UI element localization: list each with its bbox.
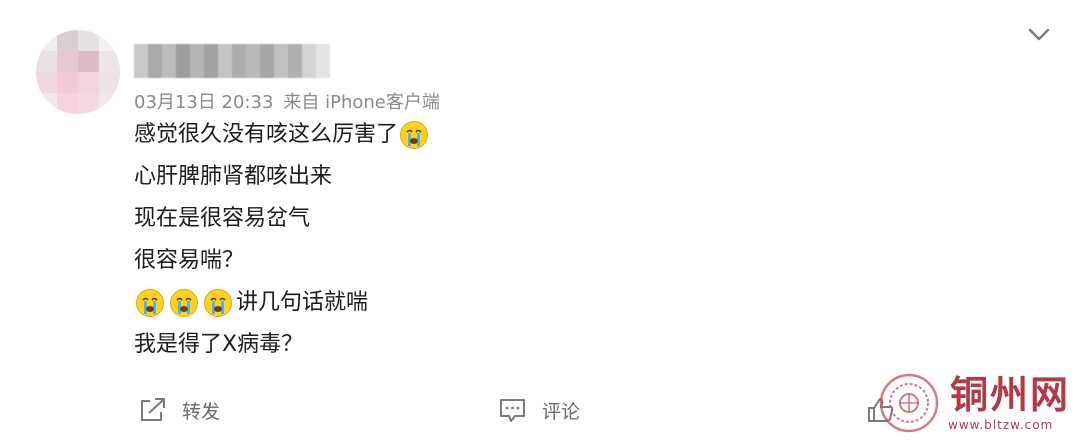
post-line-text: 讲几句话就喘	[236, 290, 369, 315]
post-timestamp: 03月13日 20:33	[134, 92, 274, 113]
post-line-text: 现在是很容易岔气	[134, 206, 311, 231]
post-line: 我是得了X病毒？	[134, 324, 834, 366]
comment-label: 评论	[542, 400, 581, 423]
repost-button[interactable]: 转发	[138, 388, 220, 432]
post-line: 感觉很久没有咳这么厉害了	[134, 114, 834, 156]
repost-label: 转发	[182, 400, 221, 423]
post-line-text: 心肝脾肺肾都咳出来	[134, 164, 333, 189]
crying-face-icon	[399, 120, 429, 150]
watermark-url: www.bltzw.com	[948, 418, 1054, 432]
crying-face-icon	[203, 288, 233, 318]
comment-icon	[500, 399, 525, 422]
post-source: 来自 iPhone客户端	[283, 92, 440, 113]
username-obscured[interactable]	[134, 44, 330, 78]
post-line: 现在是很容易岔气	[134, 198, 834, 240]
post-line: 心肝脾肺肾都咳出来	[134, 156, 834, 198]
post-line-text: 我是得了X病毒？	[134, 332, 304, 357]
seal-logo-icon	[879, 373, 939, 433]
watermark: 铜州网 www.bltzw.com	[878, 372, 1074, 438]
post-line-text: 很容易喘？	[134, 248, 245, 273]
post-line: 很容易喘？	[134, 240, 834, 282]
crying-face-icon	[169, 288, 199, 318]
watermark-brand: 铜州网	[950, 372, 1071, 417]
comment-button[interactable]: 评论	[498, 388, 580, 432]
crying-face-icon	[135, 288, 165, 318]
repost-icon	[141, 398, 165, 421]
post-line-text: 感觉很久没有咳这么厉害了	[134, 122, 399, 147]
weibo-post-card: 03月13日 20:33 来自 iPhone客户端 感觉很久没有咳这么厉害了 心肝…	[0, 0, 1080, 442]
post-line: 讲几句话就喘	[134, 282, 834, 324]
avatar[interactable]	[36, 30, 120, 114]
chevron-down-icon[interactable]	[1024, 22, 1054, 48]
post-text: 感觉很久没有咳这么厉害了 心肝脾肺肾都咳出来 现在是很容易岔气 很容易喘？ 讲几…	[134, 114, 834, 366]
post-meta: 03月13日 20:33 来自 iPhone客户端	[134, 88, 440, 114]
